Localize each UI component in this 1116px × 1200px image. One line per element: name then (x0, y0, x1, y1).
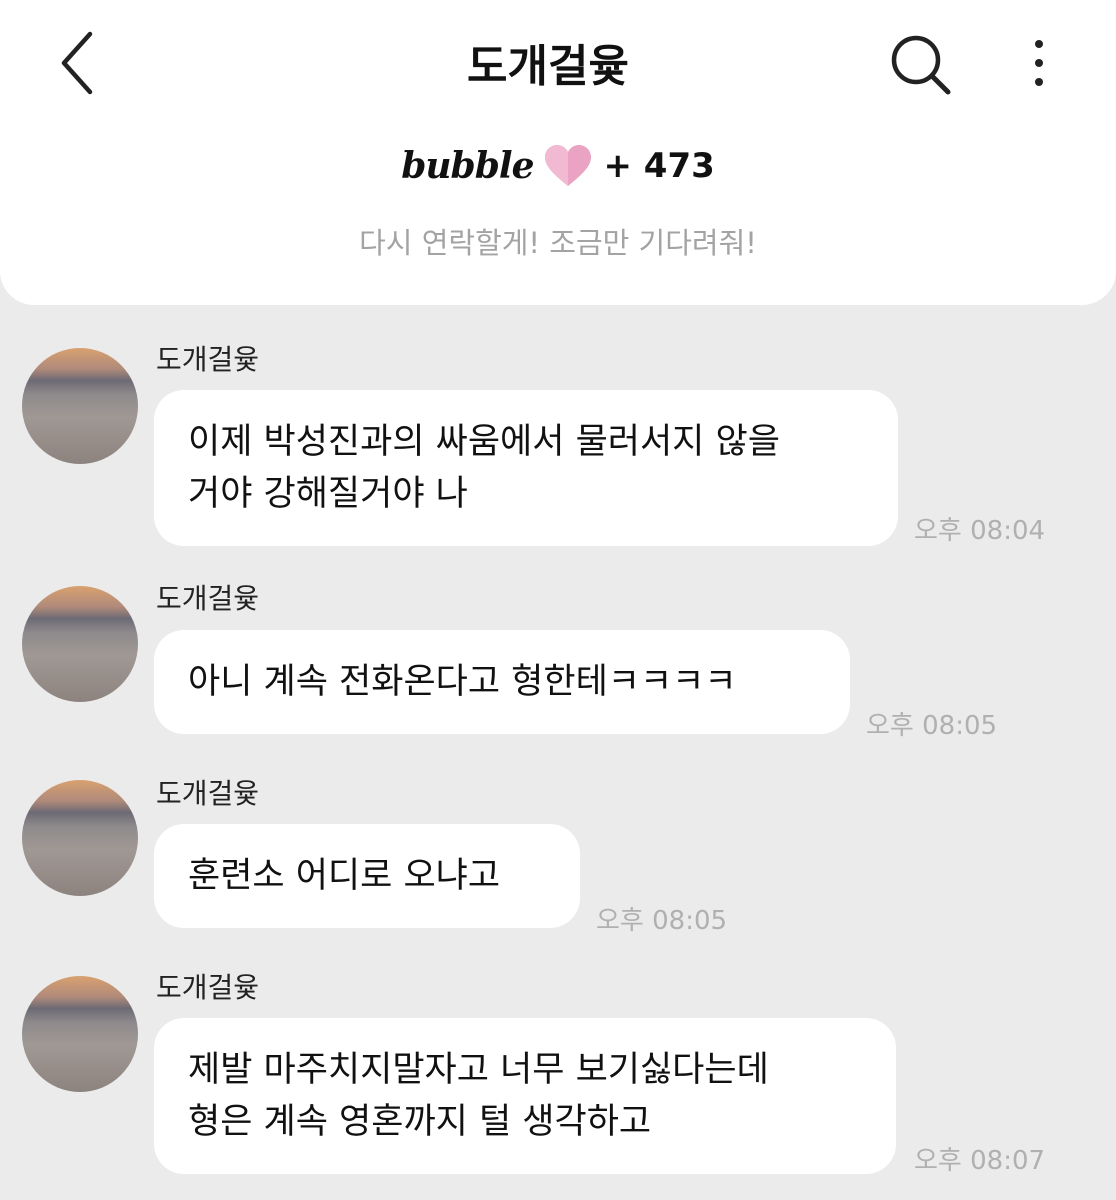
sender-name: 도개걸윷 (156, 777, 260, 810)
sender-name: 도개걸윷 (156, 582, 260, 615)
search-button[interactable] (886, 30, 956, 100)
message-time: 오후 08:05 (596, 906, 728, 936)
avatar[interactable] (22, 348, 138, 464)
more-vertical-icon (1035, 40, 1043, 86)
message-bubble[interactable]: 훈련소 어디로 오냐고 (154, 824, 580, 928)
message-time: 오후 08:07 (914, 1146, 1046, 1176)
message-bubble[interactable]: 제발 마주치지말자고 너무 보기싫다는데 형은 계속 영혼까지 털 생각하고 (154, 1018, 896, 1174)
bubble-logo: bubble (401, 145, 534, 187)
avatar[interactable] (22, 586, 138, 702)
message-bubble[interactable]: 이제 박성진과의 싸움에서 물러서지 않을 거야 강해질거야 나 (154, 390, 898, 546)
message-time: 오후 08:04 (914, 516, 1046, 546)
avatar[interactable] (22, 976, 138, 1092)
avatar[interactable] (22, 780, 138, 896)
bubble-promo[interactable]: bubble + 473 (0, 138, 1116, 194)
message-time: 오후 08:05 (866, 711, 998, 741)
heart-icon (545, 145, 592, 186)
sender-name: 도개걸윷 (156, 343, 260, 376)
more-options-button[interactable] (1022, 36, 1056, 92)
search-icon (891, 35, 951, 95)
status-notice: 다시 연락할게! 조금만 기다려줘! (359, 226, 757, 260)
bubble-count: + 473 (603, 146, 715, 186)
message-bubble[interactable]: 아니 계속 전화온다고 형한테ㅋㅋㅋㅋ (154, 630, 850, 734)
chat-header: 도개걸윷 bubble + 473 다시 연락할게! 조금만 기다려줘! (0, 0, 1116, 305)
sender-name: 도개걸윷 (156, 971, 260, 1004)
